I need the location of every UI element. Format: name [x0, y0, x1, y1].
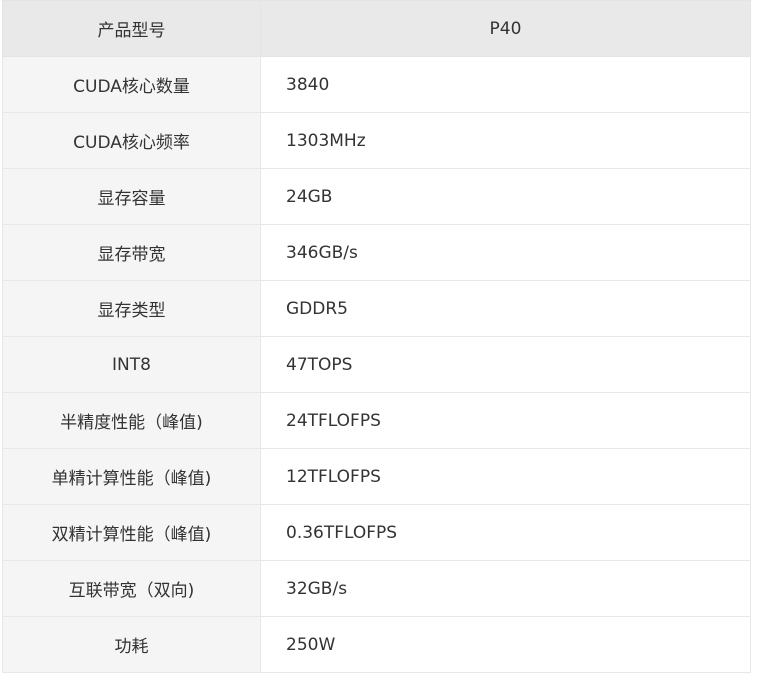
- row-value: 12TFLOFPS: [260, 448, 751, 505]
- table-row: 显存容量 24GB: [2, 168, 751, 225]
- row-value: 0.36TFLOFPS: [260, 504, 751, 561]
- row-value: 24GB: [260, 168, 751, 225]
- row-value: 24TFLOFPS: [260, 392, 751, 449]
- row-label: 功耗: [2, 616, 261, 673]
- row-value: 32GB/s: [260, 560, 751, 617]
- row-value: 1303MHz: [260, 112, 751, 169]
- header-label-cell: 产品型号: [2, 0, 261, 57]
- row-label: CUDA核心数量: [2, 56, 261, 113]
- table-row: 显存带宽 346GB/s: [2, 224, 751, 281]
- row-value: 346GB/s: [260, 224, 751, 281]
- row-label: 单精计算性能（峰值): [2, 448, 261, 505]
- header-value-cell: P40: [260, 0, 751, 57]
- row-value: 3840: [260, 56, 751, 113]
- table-row: 功耗 250W: [2, 616, 751, 673]
- row-label: 半精度性能（峰值): [2, 392, 261, 449]
- table-row: CUDA核心数量 3840: [2, 56, 751, 113]
- table-row: INT8 47TOPS: [2, 336, 751, 393]
- row-label: 显存带宽: [2, 224, 261, 281]
- table-row: CUDA核心频率 1303MHz: [2, 112, 751, 169]
- table-row: 显存类型 GDDR5: [2, 280, 751, 337]
- row-label: INT8: [2, 336, 261, 393]
- table-row: 半精度性能（峰值) 24TFLOFPS: [2, 392, 751, 449]
- row-label: 双精计算性能（峰值): [2, 504, 261, 561]
- table-header-row: 产品型号 P40: [2, 0, 751, 57]
- row-label: 互联带宽（双向): [2, 560, 261, 617]
- row-label: 显存类型: [2, 280, 261, 337]
- row-value: 47TOPS: [260, 336, 751, 393]
- table-row: 互联带宽（双向) 32GB/s: [2, 560, 751, 617]
- row-label: 显存容量: [2, 168, 261, 225]
- table-row: 单精计算性能（峰值) 12TFLOFPS: [2, 448, 751, 505]
- row-value: GDDR5: [260, 280, 751, 337]
- table-row: 双精计算性能（峰值) 0.36TFLOFPS: [2, 504, 751, 561]
- row-value: 250W: [260, 616, 751, 673]
- spec-table: 产品型号 P40 CUDA核心数量 3840 CUDA核心频率 1303MHz …: [2, 0, 751, 673]
- row-label: CUDA核心频率: [2, 112, 261, 169]
